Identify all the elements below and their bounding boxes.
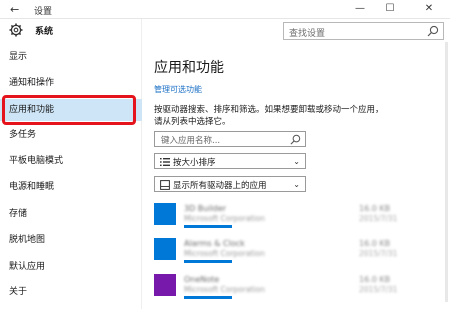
sidebar-item-about[interactable]: 关于 — [0, 281, 142, 303]
drive-filter-dropdown[interactable]: 显示所有驱动器上的应用 ⌄ — [154, 176, 306, 192]
sidebar-item-offline-maps[interactable]: 脱机地图 — [0, 229, 142, 251]
app-accent-bar — [184, 260, 232, 263]
maximize-button[interactable]: ☐ — [382, 1, 398, 17]
sidebar-item-multitasking[interactable]: 多任务 — [0, 124, 142, 146]
app-name: 3D Builder — [184, 204, 227, 213]
gear-icon — [9, 23, 23, 37]
filter-selected-value: 显示所有驱动器上的应用 — [173, 181, 267, 191]
app-date: 2015/7/31 — [359, 285, 398, 294]
close-button[interactable]: ✕ — [421, 1, 437, 17]
back-arrow-icon[interactable]: ← — [10, 3, 19, 16]
app-accent-bar — [184, 225, 232, 228]
app-tile-icon — [154, 274, 176, 296]
description-line-1: 按驱动器搜索、排序和筛选。如果想要卸载或移动一个应用， — [154, 105, 384, 115]
app-tile-icon — [154, 238, 176, 260]
sidebar-item-storage[interactable]: 存储 — [0, 203, 142, 225]
app-date: 2015/7/31 — [359, 214, 398, 223]
sidebar-item-display[interactable]: 显示 — [0, 46, 142, 68]
sort-selected-value: 按大小排序 — [173, 158, 216, 168]
highlight-annotation-box — [2, 95, 136, 125]
app-name: OneNote — [184, 275, 220, 284]
sidebar-item-power-sleep[interactable]: 电源和睡眠 — [0, 176, 142, 198]
list-item[interactable]: OneNote Microsoft Corporation 16.0 KB 20… — [154, 274, 444, 308]
search-icon — [427, 25, 439, 37]
system-header[interactable]: 系统 — [0, 19, 142, 41]
page-title: 应用和功能 — [154, 60, 224, 76]
app-size: 16.0 KB — [359, 239, 391, 248]
sort-dropdown[interactable]: 按大小排序 ⌄ — [154, 153, 306, 169]
title-bar: ← 设置 — ☐ ✕ — [0, 0, 450, 19]
app-publisher: Microsoft Corporation — [184, 214, 265, 223]
search-placeholder: 查找设置 — [289, 29, 326, 39]
app-size: 16.0 KB — [359, 275, 391, 284]
chevron-down-icon: ⌄ — [293, 157, 300, 166]
scrollbar[interactable] — [445, 42, 448, 302]
app-tile-icon — [154, 203, 176, 225]
sidebar-item-default-apps[interactable]: 默认应用 — [0, 256, 142, 278]
sort-list-icon — [160, 158, 170, 166]
list-item[interactable]: Alarms & Clock Microsoft Corporation 16.… — [154, 238, 444, 272]
app-date: 2015/7/31 — [359, 249, 398, 258]
app-accent-bar — [184, 296, 232, 299]
drive-icon — [160, 180, 170, 190]
sidebar: 系统 显示 通知和操作 应用和功能 多任务 平板电脑模式 电源和睡眠 存储 脱机… — [0, 19, 142, 309]
window-title: 设置 — [34, 7, 53, 17]
search-icon — [290, 134, 301, 145]
app-search-placeholder: 键入应用名称... — [161, 136, 221, 146]
app-publisher: Microsoft Corporation — [184, 249, 265, 258]
app-search-input[interactable]: 键入应用名称... — [154, 131, 306, 147]
app-publisher: Microsoft Corporation — [184, 285, 265, 294]
chevron-down-icon: ⌄ — [293, 180, 300, 189]
app-name: Alarms & Clock — [184, 239, 245, 248]
system-label: 系统 — [35, 27, 54, 37]
description-line-2: 请从列表中选择它。 — [154, 117, 231, 127]
app-size: 16.0 KB — [359, 204, 391, 213]
manage-optional-features-link[interactable]: 管理可选功能 — [154, 84, 202, 95]
sidebar-item-notifications[interactable]: 通知和操作 — [0, 72, 142, 94]
list-item[interactable]: 3D Builder Microsoft Corporation 16.0 KB… — [154, 203, 444, 237]
settings-search-input[interactable]: 查找设置 — [283, 22, 444, 40]
sidebar-item-tablet-mode[interactable]: 平板电脑模式 — [0, 150, 142, 172]
minimize-button[interactable]: — — [352, 1, 368, 17]
